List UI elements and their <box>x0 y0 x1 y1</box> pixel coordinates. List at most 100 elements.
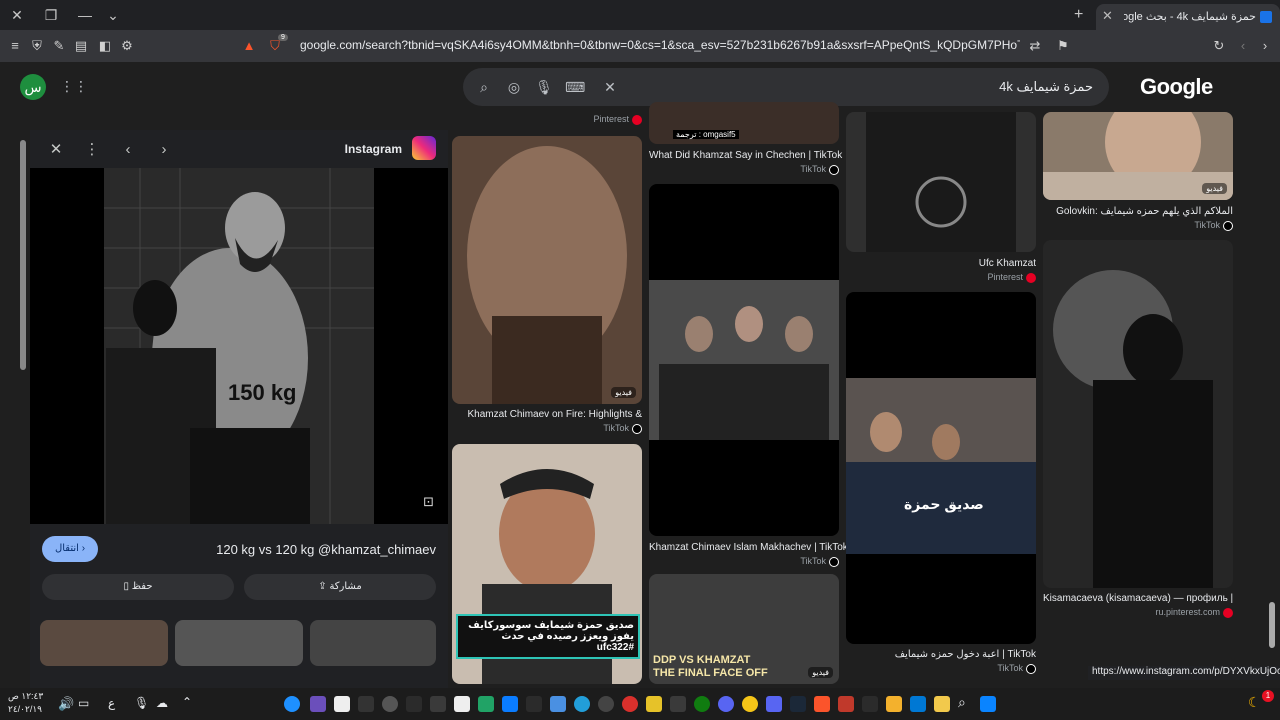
start-icon[interactable] <box>980 696 996 712</box>
next-icon[interactable]: › <box>154 140 174 160</box>
preview-scrollbar[interactable] <box>20 130 26 660</box>
weather-icon[interactable]: ☾ <box>1248 694 1261 711</box>
brave-icon[interactable] <box>814 696 830 712</box>
keyboard-icon[interactable]: ⌨ <box>565 78 585 96</box>
result-caption[interactable]: Ufc Khamzat <box>846 258 1036 269</box>
app-icon[interactable] <box>358 696 374 712</box>
sidebar-icon[interactable]: ◧ <box>96 37 114 55</box>
page-scrollbar[interactable] <box>1268 62 1276 688</box>
close-preview-icon[interactable]: ✕ <box>46 140 66 160</box>
visit-button[interactable]: انتقال › <box>42 536 98 562</box>
app-icon[interactable] <box>406 696 422 712</box>
app-icon[interactable] <box>502 696 518 712</box>
result-card[interactable]: فيديو <box>452 136 642 404</box>
search-taskbar-icon[interactable]: ⌕ <box>958 694 966 711</box>
search-query[interactable]: حمزة شيمايف 4k <box>999 79 1093 95</box>
shield-icon[interactable]: ⛨ <box>28 37 46 55</box>
result-source[interactable]: TikTok <box>649 556 839 567</box>
bookmark-icon[interactable]: ⚑ <box>1054 37 1072 55</box>
result-card[interactable] <box>1043 240 1233 588</box>
excel-icon[interactable] <box>478 696 494 712</box>
result-card[interactable] <box>846 112 1036 252</box>
input-language[interactable]: ع <box>108 696 115 710</box>
app-icon[interactable] <box>646 696 662 712</box>
app-icon[interactable] <box>430 696 446 712</box>
microphone-tray-icon[interactable]: 🎙 <box>134 696 149 710</box>
notepad-icon[interactable] <box>334 696 350 712</box>
discord-icon[interactable] <box>718 696 734 712</box>
back-icon[interactable]: › <box>1256 37 1274 55</box>
result-source[interactable]: TikTok <box>846 663 1036 674</box>
app-icon[interactable] <box>526 696 542 712</box>
tab-list-chevron-icon[interactable]: ⌄ <box>104 6 122 24</box>
previous-icon[interactable]: ‹ <box>118 140 138 160</box>
share-button[interactable]: ⇪ مشاركة <box>244 574 436 600</box>
related-thumbnail[interactable] <box>40 620 168 666</box>
result-caption[interactable]: Golovkin: الملاكم الذي يلهم حمزه شيمايف <box>1043 206 1233 217</box>
store-icon[interactable] <box>886 696 902 712</box>
network-icon[interactable]: ▭ <box>78 696 89 710</box>
lens-search-icon[interactable]: ⊡ <box>423 494 434 510</box>
close-tab-icon[interactable]: ✕ <box>1102 8 1113 24</box>
image-title[interactable]: 120 kg vs 120 kg @khamzat_chimaev <box>216 542 436 557</box>
reload-icon[interactable]: ↻ <box>1210 37 1228 55</box>
result-caption[interactable]: Khamzat Chimaev Islam Makhachev | TikTok <box>649 542 848 553</box>
file-explorer-icon[interactable] <box>934 696 950 712</box>
save-button[interactable]: ▯ حفظ <box>42 574 234 600</box>
address-bar[interactable]: google.com/search?tbnid=vqSKA4i6sy4OMM&t… <box>300 38 1020 52</box>
result-source[interactable]: TikTok <box>1043 220 1233 231</box>
app-icon[interactable] <box>622 696 638 712</box>
app-icon[interactable] <box>910 696 926 712</box>
result-source[interactable]: Pinterest <box>560 114 642 125</box>
result-caption[interactable]: Khamzat Chimaev on Fire: Highlights & <box>452 409 642 420</box>
app-icon[interactable] <box>550 696 566 712</box>
steam-icon[interactable] <box>790 696 806 712</box>
puzzle-icon[interactable]: ⚙ <box>118 37 136 55</box>
app-icon[interactable] <box>742 696 758 712</box>
app-icon[interactable] <box>598 696 614 712</box>
result-source[interactable]: Pinterest <box>846 272 1036 283</box>
result-source[interactable]: TikTok <box>649 164 839 175</box>
minimize-window-icon[interactable]: — <box>76 6 94 24</box>
result-card[interactable]: فيديو <box>1043 112 1233 200</box>
result-card[interactable] <box>649 184 839 536</box>
result-card[interactable]: ترجمة : omgasif5 <box>649 102 839 144</box>
share-link-icon[interactable]: ⇄ <box>1026 37 1044 55</box>
more-options-icon[interactable]: ⋮ <box>82 140 102 160</box>
preview-image[interactable]: 150 kg ⊡ <box>30 168 448 524</box>
related-thumbnail[interactable] <box>310 620 436 666</box>
app-icon[interactable] <box>454 696 470 712</box>
forward-icon[interactable]: ‹ <box>1234 37 1252 55</box>
instagram-icon[interactable] <box>412 136 436 160</box>
tray-overflow-icon[interactable]: ⌃ <box>182 695 192 709</box>
system-clock[interactable]: ١٢:٤٣ ص ٢٤/٠٢/١٩ <box>8 690 43 716</box>
source-name[interactable]: Instagram <box>345 142 402 156</box>
restore-window-icon[interactable]: ❐ <box>42 6 60 24</box>
xbox-icon[interactable] <box>694 696 710 712</box>
volume-icon[interactable]: 🔊 <box>58 696 74 712</box>
app-icon[interactable] <box>310 696 326 712</box>
app-icon[interactable] <box>670 696 686 712</box>
menu-icon[interactable]: ≡ <box>6 37 24 55</box>
app-icon[interactable] <box>766 696 782 712</box>
tab-google-search[interactable]: ✕ حمزة شيمايف 4k - بحث Google <box>1096 4 1280 30</box>
app-icon[interactable] <box>862 696 878 712</box>
brave-rewards-icon[interactable]: ▲ <box>240 37 258 55</box>
onedrive-icon[interactable]: ☁ <box>156 696 168 710</box>
reading-list-icon[interactable]: ▤ <box>72 37 90 55</box>
result-caption[interactable]: What Did Khamzat Say in Chechen | TikTok <box>649 150 842 161</box>
app-icon[interactable] <box>382 696 398 712</box>
related-thumbnail[interactable] <box>175 620 303 666</box>
result-source[interactable]: ru.pinterest.com <box>1043 607 1233 618</box>
close-window-icon[interactable]: ✕ <box>8 6 26 24</box>
lens-icon[interactable]: ◎ <box>505 78 523 96</box>
result-caption[interactable]: Kisamacaeva (kisamacaeva) — профиль | <box>1043 593 1233 604</box>
new-tab-button[interactable]: + <box>1074 6 1083 24</box>
telegram-icon[interactable] <box>574 696 590 712</box>
apps-grid-icon[interactable]: ⋮⋮ <box>60 77 88 95</box>
app-icon[interactable] <box>284 696 300 712</box>
result-source[interactable]: TikTok <box>452 423 642 434</box>
result-card[interactable]: DDP VS KHAMZAT THE FINAL FACE OFF فيديو <box>649 574 839 684</box>
result-caption[interactable]: اعبة دخول حمزه شيمايف | TikTok <box>846 649 1036 660</box>
extensions-icon[interactable]: ✎ <box>50 37 68 55</box>
